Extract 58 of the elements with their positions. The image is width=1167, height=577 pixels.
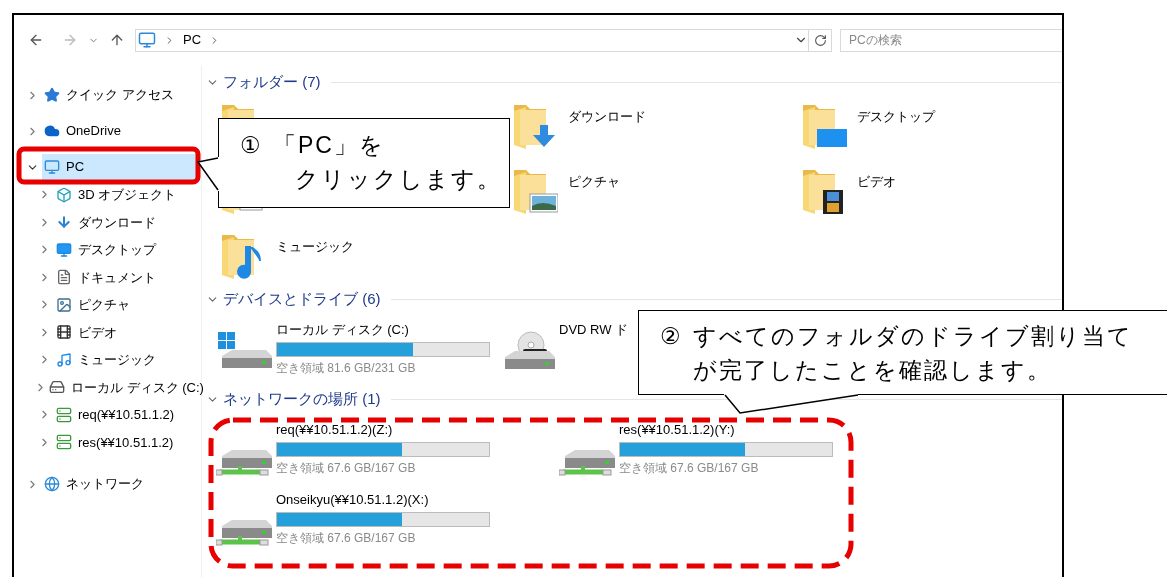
free-space-text: 空き領域 67.6 GB/167 GB	[619, 459, 760, 477]
breadcrumb[interactable]: PC	[183, 30, 202, 50]
computer-icon	[44, 159, 60, 175]
free-space-text: 空き領域 67.6 GB/167 GB	[276, 459, 417, 477]
drive-name[interactable]: DVD RW ド	[559, 320, 629, 340]
cloud-icon	[44, 123, 60, 139]
free-space-text: 空き領域 81.6 GB/231 GB	[276, 359, 417, 377]
sidebar-item[interactable]: req(¥¥10.51.1.2)	[54, 401, 197, 428]
drive-icon	[216, 449, 274, 477]
sidebar-item[interactable]: ローカル ディスク (C:)	[47, 374, 204, 401]
computer-icon	[138, 31, 156, 49]
sidebar-item[interactable]: 3D オブジェクト	[54, 181, 197, 208]
network-drive-icon	[56, 406, 72, 423]
network-icon	[44, 476, 60, 492]
sidebar-item[interactable]: PC	[42, 154, 197, 180]
star-icon	[44, 87, 60, 103]
folder-item[interactable]: ダウンロード	[512, 101, 646, 151]
callout-number: ②	[660, 322, 683, 351]
free-space-text: 空き領域 67.6 GB/167 GB	[276, 529, 417, 547]
music-note-icon	[56, 351, 72, 368]
drive-name[interactable]: ローカル ディスク (C:)	[276, 320, 490, 340]
document-icon	[56, 269, 72, 286]
sidebar-item[interactable]: クイック アクセス	[42, 82, 197, 108]
drive-name[interactable]: res(¥¥10.51.1.2)(Y:)	[619, 420, 833, 440]
sidebar-item[interactable]: res(¥¥10.51.1.2)	[54, 429, 197, 456]
section-header[interactable]: デバイスとドライブ (6)	[223, 287, 381, 311]
sidebar-item[interactable]: ピクチャ	[54, 291, 197, 318]
sidebar-item[interactable]: ドキュメント	[54, 264, 197, 291]
film-icon	[56, 324, 72, 341]
folder-item[interactable]: デスクトップ	[801, 101, 935, 151]
forward-arrow-icon[interactable]	[62, 32, 78, 48]
folder-item[interactable]: ミュージック	[220, 231, 354, 281]
address-bar[interactable]: PC	[135, 28, 809, 52]
callout-number: ①	[240, 131, 263, 160]
section-header[interactable]: ネットワークの場所 (1)	[223, 387, 381, 411]
sidebar-item[interactable]: デスクトップ	[54, 236, 197, 263]
drive-name[interactable]: req(¥¥10.51.1.2)(Z:)	[276, 420, 490, 440]
sidebar-item[interactable]: ミュージック	[54, 346, 197, 373]
drive-icon	[559, 449, 617, 477]
callout-text: 「PC」を クリックします。	[273, 131, 502, 194]
sidebar-item[interactable]: ビデオ	[54, 319, 197, 346]
monitor-icon	[56, 241, 72, 258]
folder-item[interactable]: ピクチャ	[512, 166, 620, 216]
refresh-icon[interactable]	[813, 33, 827, 47]
section-header[interactable]: フォルダー (7)	[223, 70, 321, 94]
network-drive-icon	[56, 434, 72, 451]
callout-text: すべてのフォルダのドライブ割り当て が完了したことを確認します。	[693, 322, 1133, 385]
cube-icon	[56, 186, 72, 203]
folder-item[interactable]: ビデオ	[801, 166, 896, 216]
image-icon	[56, 296, 72, 313]
drive-icon	[216, 331, 274, 368]
drive-icon	[216, 519, 274, 547]
sidebar-item[interactable]: OneDrive	[42, 118, 197, 144]
search-field[interactable]: PCの検索	[840, 28, 1062, 52]
drive-name[interactable]: Onseikyu(¥¥10.51.1.2)(X:)	[276, 490, 490, 510]
drive-icon	[49, 379, 65, 396]
sidebar-item[interactable]: ネットワーク	[42, 471, 197, 497]
sidebar-item[interactable]: ダウンロード	[54, 209, 197, 236]
